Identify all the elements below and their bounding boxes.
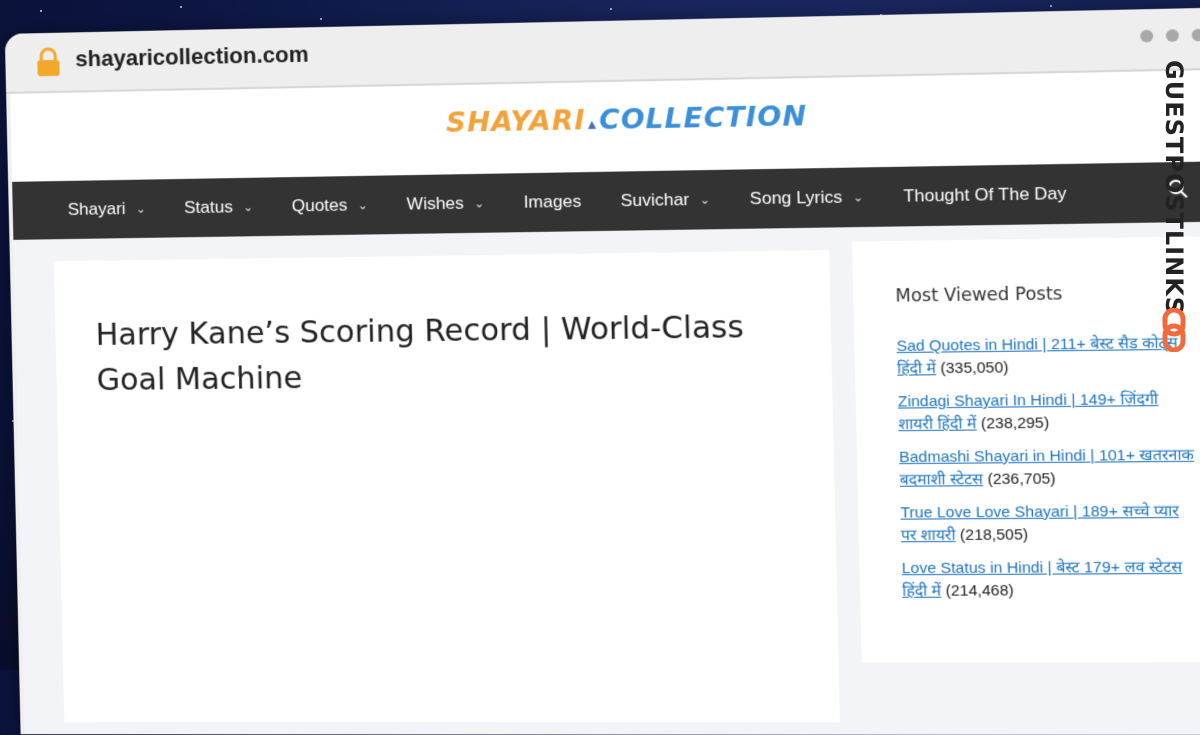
window-dot-icon[interactable] <box>1191 28 1200 42</box>
list-item: Sad Quotes in Hindi | 211+ बेस्ट सैड कोट… <box>896 332 1195 381</box>
most-viewed-list: Sad Quotes in Hindi | 211+ बेस्ट सैड कोट… <box>896 332 1200 603</box>
article-title: Harry Kane’s Scoring Record | World-Clas… <box>95 309 745 399</box>
nav-item-quotes[interactable]: Quotes ⌄ <box>291 195 368 216</box>
article-card: Harry Kane’s Scoring Record | World-Clas… <box>53 250 841 723</box>
guestpostlinks-watermark: GUESTPOSTLINKS <box>1158 60 1194 360</box>
view-count: (218,505) <box>959 526 1029 545</box>
web-page: SHAYARI▴COLLECTION Shayari ⌄ Status ⌄ Quot… <box>10 69 1200 735</box>
list-item: Love Status in Hindi | बेस्ट 179+ लव स्ट… <box>901 556 1200 603</box>
browser-scene: shayaricollection.com SHAYARI▴COLLECTION… <box>0 0 1200 735</box>
window-dot-icon[interactable] <box>1140 29 1154 43</box>
nav-item-label: Suvichar <box>620 189 690 211</box>
nav-item-label: Shayari <box>67 199 126 219</box>
url-text[interactable]: shayaricollection.com <box>75 41 309 72</box>
nav-item-wishes[interactable]: Wishes ⌄ <box>407 193 485 215</box>
nav-item-thought-of-the-day[interactable]: Thought Of The Day <box>903 184 1067 207</box>
chevron-down-icon: ⌄ <box>242 199 254 215</box>
nav-item-label: Images <box>523 191 582 212</box>
list-item: Badmashi Shayari in Hindi | 101+ खतरनाक … <box>899 444 1198 492</box>
nav-item-shayari[interactable]: Shayari ⌄ <box>68 199 146 220</box>
window-controls <box>1140 28 1200 43</box>
browser-window: shayaricollection.com SHAYARI▴COLLECTION… <box>4 6 1200 735</box>
list-item: True Love Love Shayari | 189+ सच्चे प्या… <box>900 500 1199 547</box>
site-logo[interactable]: SHAYARI▴COLLECTION <box>446 101 808 139</box>
nav-item-status[interactable]: Status ⌄ <box>184 197 253 218</box>
chain-link-icon <box>1162 308 1186 352</box>
widget-title: Most Viewed Posts <box>895 283 1063 307</box>
nav-item-label: Status <box>183 197 233 218</box>
chevron-down-icon: ⌄ <box>473 196 485 211</box>
logo-text-collection: COLLECTION <box>598 100 808 137</box>
nav-item-song-lyrics[interactable]: Song Lyrics ⌄ <box>750 187 864 209</box>
chevron-down-icon: ⌄ <box>135 201 146 216</box>
post-link[interactable]: True Love Love Shayari | 189+ सच्चे प्या… <box>900 502 1179 544</box>
post-link[interactable]: Love Status in Hindi | बेस्ट 179+ लव स्ट… <box>902 558 1183 599</box>
watermark-text: GUESTPOSTLINKS <box>1160 60 1188 316</box>
view-count: (214,468) <box>945 581 1014 600</box>
chevron-down-icon: ⌄ <box>852 190 864 205</box>
list-item: Zindagi Shayari In Hindi | 149+ ज़िंदगी … <box>898 388 1197 436</box>
nav-item-label: Thought Of The Day <box>903 183 1067 206</box>
graduation-cap-icon: ▴ <box>587 113 598 134</box>
nav-item-images[interactable]: Images <box>523 192 581 213</box>
nav-item-label: Song Lyrics <box>749 187 843 209</box>
post-link[interactable]: Sad Quotes in Hindi | 211+ बेस्ट सैड कोट… <box>896 334 1177 377</box>
chevron-down-icon: ⌄ <box>699 192 711 207</box>
view-count: (236,705) <box>987 470 1056 489</box>
lock-icon <box>37 47 60 77</box>
view-count: (238,295) <box>980 414 1050 433</box>
nav-item-label: Wishes <box>406 193 465 214</box>
view-count: (335,050) <box>940 359 1009 378</box>
window-dot-icon[interactable] <box>1165 29 1180 42</box>
nav-item-suvichar[interactable]: Suvichar ⌄ <box>620 189 710 211</box>
logo-text-shayari: SHAYARI <box>445 104 587 139</box>
nav-item-label: Quotes <box>291 195 348 216</box>
chevron-down-icon: ⌄ <box>357 198 369 213</box>
sidebar-widget: Most Viewed Posts Sad Quotes in Hindi | … <box>851 236 1200 663</box>
